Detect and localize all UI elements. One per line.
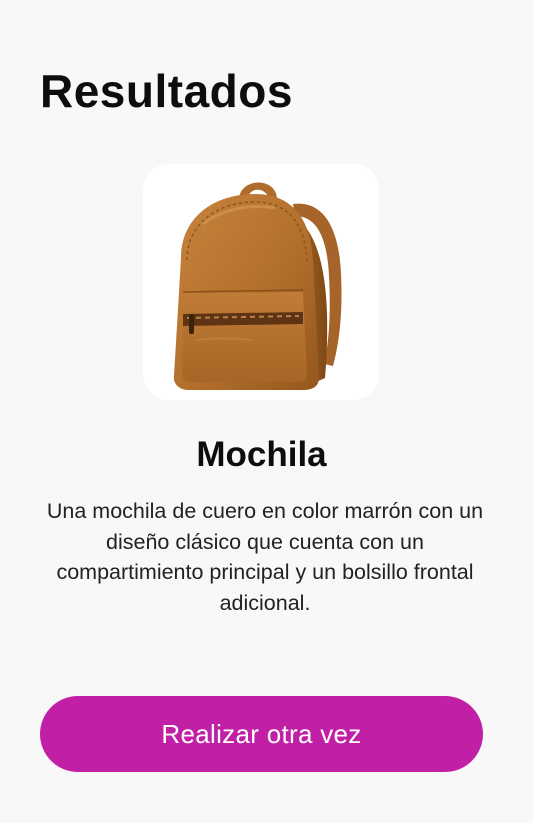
retry-button[interactable]: Realizar otra vez bbox=[40, 696, 483, 772]
product-name: Mochila bbox=[196, 435, 327, 474]
results-screen: Resultados Mochila Una mochila de cuero … bbox=[0, 0, 533, 823]
product-image-card bbox=[143, 164, 379, 400]
page-title: Resultados bbox=[40, 65, 293, 117]
product-description: Una mochila de cuero en color marrón con… bbox=[46, 499, 484, 615]
backpack-image bbox=[173, 182, 342, 390]
